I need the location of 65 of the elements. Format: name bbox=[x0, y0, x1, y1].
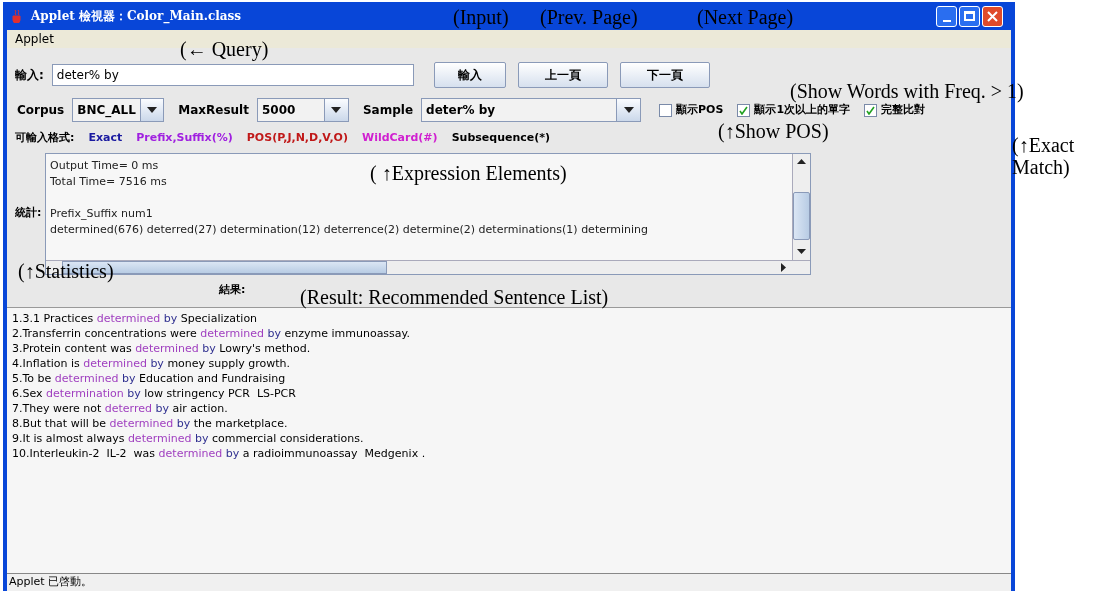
annotation-text: (Input) bbox=[453, 6, 509, 28]
page-button[interactable]: 上一頁 bbox=[517, 62, 608, 88]
result-sentence[interactable]: 7.They were not deterred by air action. bbox=[12, 400, 228, 416]
checkbox-label: 顯示POS bbox=[676, 101, 724, 118]
statistics-line: Total Time= 7516 ms bbox=[50, 173, 167, 190]
page-button[interactable]: 輸入 bbox=[433, 62, 506, 88]
query-field[interactable]: deter% by bbox=[51, 64, 414, 86]
up-arrow-icon bbox=[797, 159, 806, 164]
result-sentence[interactable]: 6.Sex determination by low stringency PCR LS-PCR bbox=[12, 385, 296, 401]
minimize-button[interactable] bbox=[936, 5, 957, 27]
annotation-text: (↑Statistics) bbox=[18, 260, 114, 282]
annotation-text: (Result: Recommended Sentence List) bbox=[300, 286, 609, 308]
result-sentence[interactable]: 8.But that will be determined by the marketplace. bbox=[12, 415, 288, 431]
dropdown-arrow-icon bbox=[147, 107, 158, 113]
annotation-text: (↑Show POS) bbox=[718, 120, 829, 142]
close-icon bbox=[987, 10, 998, 22]
maximize-button[interactable] bbox=[959, 5, 980, 27]
dropdown-arrow-icon bbox=[331, 107, 342, 113]
option-label: MaxResult bbox=[178, 102, 249, 119]
statistics-line: determined(676) deterred(27) determination(12) deterrence(2) determine(2) determinations(1) determining bbox=[50, 221, 649, 238]
format-item: Exact bbox=[88, 130, 123, 146]
menu-item[interactable]: Applet bbox=[15, 30, 54, 48]
checkbox-label: 完整比對 bbox=[881, 101, 926, 118]
annotation-text: (Prev. Page) bbox=[540, 6, 638, 28]
annotation-text: (← Query) bbox=[180, 38, 269, 60]
close-button[interactable] bbox=[982, 5, 1003, 27]
dropdown[interactable]: deter% by bbox=[421, 98, 642, 122]
result-sentence[interactable]: 5.To be determined by Education and Fundraising bbox=[12, 370, 286, 386]
result-sentence[interactable]: 2.Transferrin concentrations were determined by enzyme immunoassay. bbox=[12, 325, 410, 341]
checkbox-label: 顯示1次以上的單字 bbox=[754, 102, 851, 118]
format-item: WildCard(#) bbox=[362, 130, 438, 146]
down-arrow-icon bbox=[797, 249, 806, 254]
page-button[interactable]: 下一頁 bbox=[619, 62, 710, 88]
statistics-label: 統計: bbox=[15, 205, 43, 222]
checkbox[interactable] bbox=[864, 103, 878, 117]
java-cup-icon bbox=[11, 9, 23, 23]
check-icon bbox=[866, 105, 876, 115]
checkbox[interactable] bbox=[659, 103, 673, 117]
result-sentence[interactable]: 4.Inflation is determined by money supply growth. bbox=[12, 355, 291, 371]
vertical-scrollbar[interactable] bbox=[792, 153, 810, 260]
annotation-text: ( ↑Expression Elements) bbox=[370, 162, 567, 184]
formats-label: 可輸入格式: bbox=[15, 130, 75, 146]
result-sentence[interactable]: 1.3.1 Practices determined by Specialization bbox=[12, 310, 258, 326]
query-label: 輸入: bbox=[15, 67, 44, 84]
dropdown-arrow-icon bbox=[623, 107, 634, 113]
scrollbar-thumb[interactable] bbox=[793, 191, 810, 240]
statistics-line: Prefix_Suffix num1 bbox=[50, 205, 153, 222]
statistics-line: Output Time= 0 ms bbox=[50, 157, 159, 174]
result-sentence[interactable]: 9.It is almost always determined by commercial considerations. bbox=[12, 430, 364, 446]
checkbox[interactable] bbox=[737, 103, 751, 117]
format-item: Prefix,Suffix(%) bbox=[136, 130, 233, 146]
dropdown[interactable]: BNC_ALL bbox=[72, 98, 165, 122]
check-icon bbox=[739, 105, 749, 115]
status-text: Applet 已啓動。 bbox=[9, 574, 93, 591]
window-title: Applet 檢視器：Color_Main.class bbox=[31, 8, 242, 25]
format-item: Subsequence(*) bbox=[451, 130, 551, 146]
format-item: POS(P,J,N,D,V,O) bbox=[246, 130, 348, 146]
right-arrow-icon bbox=[780, 262, 786, 272]
dropdown[interactable]: 5000 bbox=[256, 98, 349, 122]
result-sentence[interactable]: 3.Protein content was determined by Lowry's method. bbox=[12, 340, 311, 356]
result-sentence[interactable]: 10.Interleukin-2 IL-2 was determined by a radioimmunoassay Medgenix . bbox=[12, 445, 426, 461]
result-label: 結果: bbox=[219, 282, 246, 299]
option-label: Corpus bbox=[17, 102, 65, 119]
annotation-text: (Next Page) bbox=[697, 6, 794, 28]
option-label: Sample bbox=[362, 102, 414, 119]
